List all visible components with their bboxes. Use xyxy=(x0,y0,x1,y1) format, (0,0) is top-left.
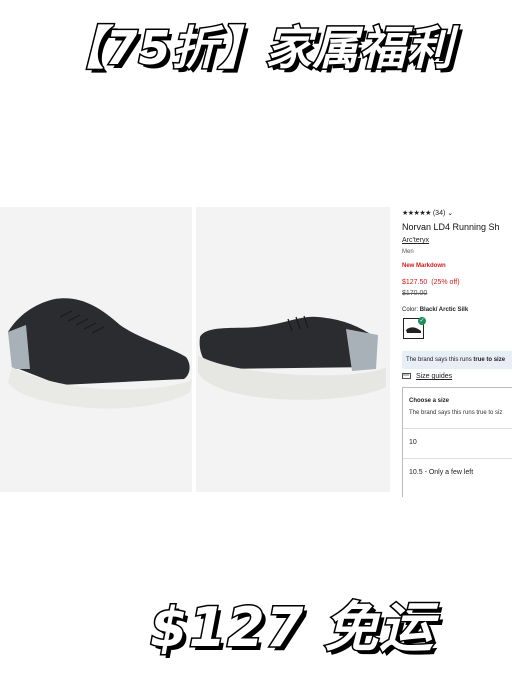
chevron-down-icon: ⌄ xyxy=(447,210,454,217)
size-selector[interactable]: Choose a size The brand says this runs t… xyxy=(402,387,512,497)
color-label: Color: xyxy=(402,307,419,313)
rating-summary[interactable]: ★★★★★ (34) ⌄ xyxy=(402,209,453,217)
fit-info-banner: The brand says this runs true to size xyxy=(402,351,512,369)
fit-text: The brand says this runs xyxy=(406,357,474,363)
color-value: Black/ Arctic Silk xyxy=(419,307,469,313)
product-image-angle[interactable] xyxy=(196,207,390,492)
size-option[interactable]: 10 xyxy=(403,428,512,456)
selected-check-icon: ✓ xyxy=(418,317,426,325)
sale-price: $127.50 xyxy=(402,279,428,286)
product-image-side[interactable] xyxy=(0,207,192,492)
shoe-side-image xyxy=(8,298,192,409)
shoe-angle-image xyxy=(198,315,386,400)
size-guides-link[interactable]: Size guides xyxy=(402,373,452,380)
promo-headline: 【75折】家属福利 xyxy=(57,20,454,77)
brand-link[interactable]: Arc'teryx xyxy=(402,237,429,244)
discount-percent: (25% off) xyxy=(431,279,460,286)
star-rating-icon: ★★★★★ xyxy=(402,210,431,217)
category-label: Men xyxy=(402,249,414,255)
original-price: $170.00 xyxy=(402,290,428,297)
size-fit-note: The brand says this runs true to siz xyxy=(409,410,503,416)
fit-emphasis: true to size xyxy=(473,357,506,363)
size-option[interactable]: 10.5 - Only a few left xyxy=(403,458,512,486)
ruler-icon xyxy=(402,373,411,380)
size-guides-label: Size guides xyxy=(415,373,453,380)
choose-size-heading: Choose a size xyxy=(409,398,450,404)
review-count: (34) xyxy=(432,210,446,217)
product-details-panel: ★★★★★ (34) ⌄ Norvan LD4 Running Sh Arc't… xyxy=(400,207,512,497)
product-title: Norvan LD4 Running Sh xyxy=(402,222,500,232)
markdown-badge: New Markdown xyxy=(402,263,446,269)
sale-price-row: $127.50 (25% off) xyxy=(402,279,460,286)
promo-price-shipping: $127 免运 xyxy=(149,595,435,661)
color-row: Color: Black/ Arctic Silk xyxy=(402,307,468,313)
